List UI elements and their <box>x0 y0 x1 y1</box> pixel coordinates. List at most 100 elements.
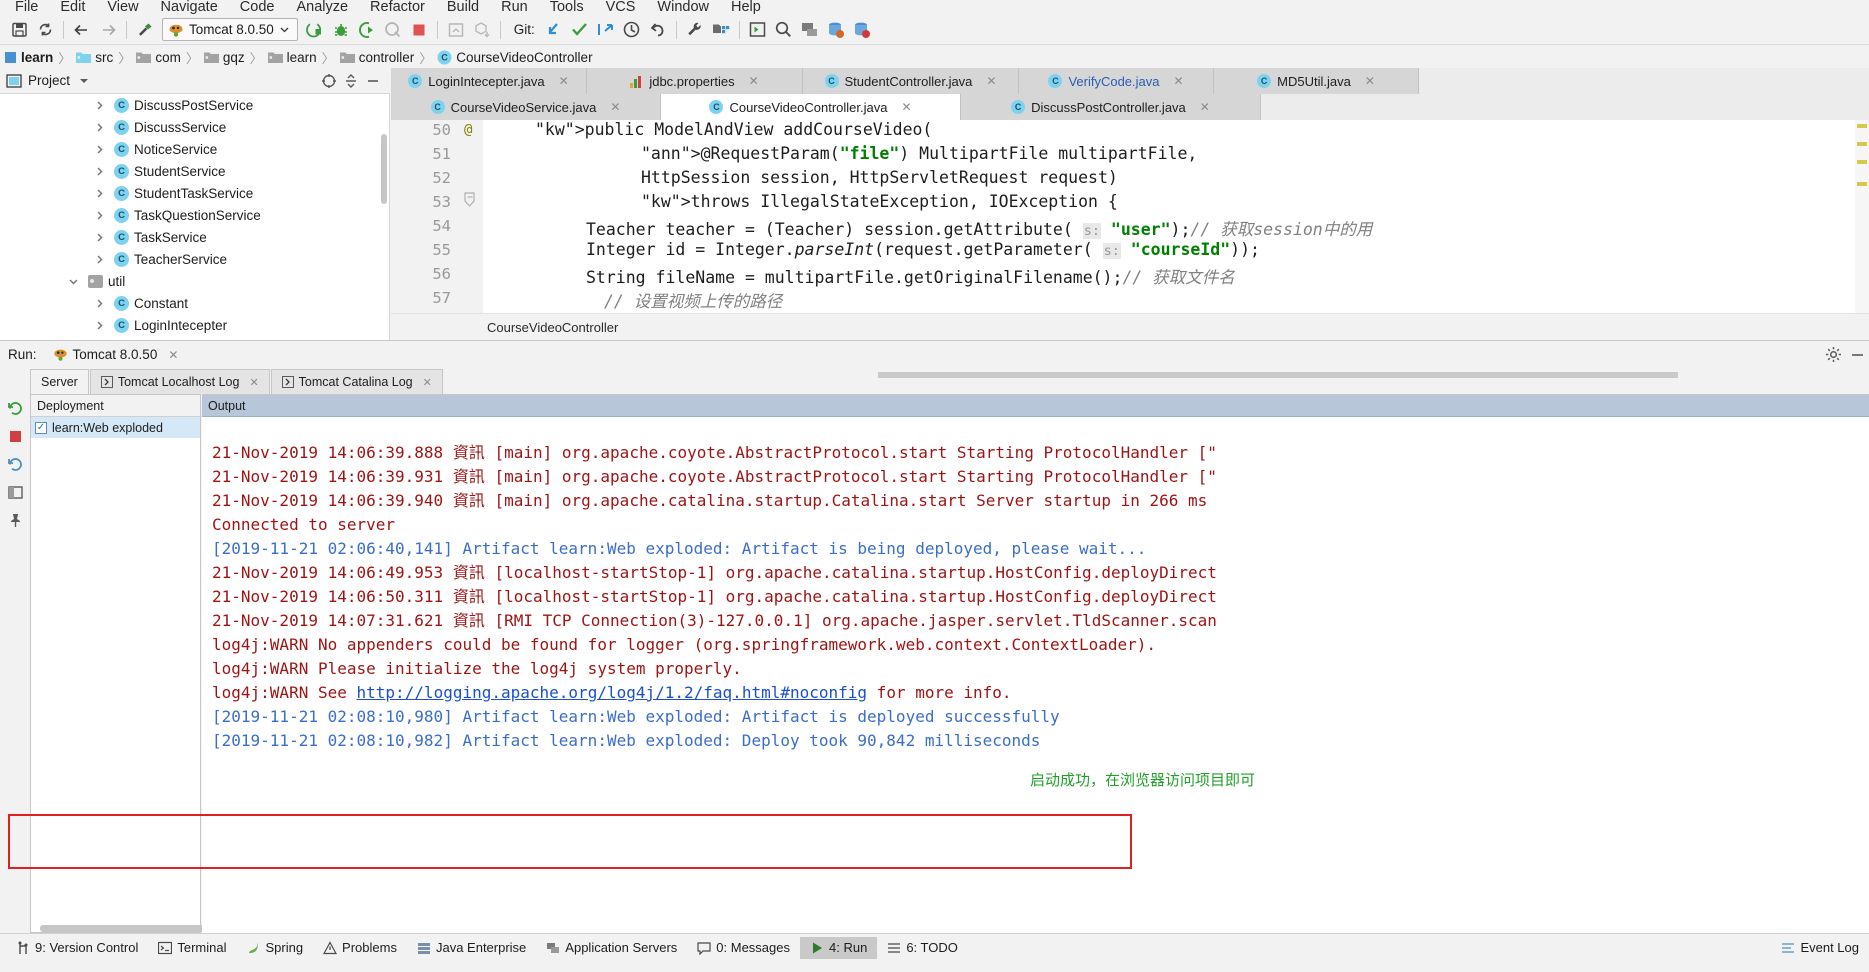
tree-node-noticeservice[interactable]: C NoticeService <box>0 138 389 160</box>
statusbar-item-application-servers[interactable]: Application Servers <box>536 937 687 959</box>
breadcrumb[interactable]: learn 〉 src 〉 com 〉 gqz 〉 learn 〉 controller 〉 C Cour… <box>0 46 1869 68</box>
close-icon[interactable]: ✕ <box>1200 100 1210 114</box>
statusbar-item-9-version-control[interactable]: 9: Version Control <box>6 937 148 959</box>
forward-arrow-icon[interactable] <box>95 18 121 42</box>
rerun-failed-icon[interactable] <box>0 450 30 478</box>
project-tree[interactable]: C DiscussPostService C DiscussService C Notic… <box>0 94 390 340</box>
stop-icon[interactable] <box>406 18 432 42</box>
run-config-tab[interactable]: Tomcat 8.0.50 ✕ <box>47 344 185 366</box>
editor-tab-discusspostcontroller-java[interactable]: C DiscussPostController.java ✕ <box>961 94 1261 120</box>
database-alt-icon[interactable] <box>849 18 875 42</box>
git-commit-check-icon[interactable] <box>567 18 593 42</box>
tree-node-taskquestionservice[interactable]: C TaskQuestionService <box>0 204 389 226</box>
stop-icon[interactable] <box>0 422 30 450</box>
close-icon[interactable]: ✕ <box>901 100 911 114</box>
update-app-icon[interactable] <box>443 18 469 42</box>
rerun-icon[interactable] <box>0 394 30 422</box>
chevron-right-icon[interactable] <box>92 120 106 134</box>
wrench-settings-icon[interactable] <box>682 18 708 42</box>
editor-tab-coursevideocontroller-java[interactable]: C CourseVideoController.java ✕ <box>661 94 961 120</box>
editor-tab-studentcontroller-java[interactable]: C StudentController.java ✕ <box>803 68 1019 94</box>
menu-item-build[interactable]: Build <box>436 0 490 15</box>
git-update-icon[interactable] <box>541 18 567 42</box>
editor-tab-jdbc-properties[interactable]: jdbc.properties ✕ <box>587 68 803 94</box>
code-fold-icon[interactable] <box>464 192 476 208</box>
run-subtab-tomcat-localhost-log[interactable]: Tomcat Localhost Log ✕ <box>89 369 270 394</box>
menu-item-analyze[interactable]: Analyze <box>285 0 359 15</box>
chevron-down-icon[interactable] <box>66 274 80 288</box>
warning-marker[interactable] <box>1857 142 1867 146</box>
close-icon[interactable]: ✕ <box>610 100 620 114</box>
statusbar-item-java-enterprise[interactable]: Java Enterprise <box>407 937 536 959</box>
console-link[interactable]: http://logging.apache.org/log4j/1.2/faq.… <box>357 683 868 702</box>
run-dashboard-icon[interactable] <box>745 18 771 42</box>
breadcrumb-item-gqz[interactable]: gqz <box>203 50 245 65</box>
git-push-icon[interactable] <box>593 18 619 42</box>
run-subtab-tomcat-catalina-log[interactable]: Tomcat Catalina Log ✕ <box>270 369 443 394</box>
close-icon[interactable]: ✕ <box>168 348 178 362</box>
warning-marker[interactable] <box>1857 124 1867 128</box>
chevron-right-icon[interactable] <box>92 208 106 222</box>
editor-marker-bar[interactable] <box>1855 120 1869 316</box>
gear-icon[interactable] <box>1821 344 1845 366</box>
project-structure-icon[interactable] <box>708 18 734 42</box>
menu-item-view[interactable]: View <box>96 0 149 15</box>
warning-marker[interactable] <box>1857 182 1867 186</box>
breadcrumb-item-src[interactable]: src <box>76 50 113 65</box>
menu-item-tools[interactable]: Tools <box>539 0 595 15</box>
clock-history-icon[interactable] <box>619 18 645 42</box>
breadcrumb-item-coursevideocontroller[interactable]: C CourseVideoController <box>437 50 593 65</box>
run-coverage-icon[interactable] <box>354 18 380 42</box>
tree-node-teacherservice[interactable]: C TeacherService <box>0 248 389 270</box>
statusbar-event-log[interactable]: Event Log <box>1771 937 1869 959</box>
tree-node-discussservice[interactable]: C DiscussService <box>0 116 389 138</box>
chevron-right-icon[interactable] <box>92 296 106 310</box>
run-configuration-selector[interactable]: Tomcat 8.0.50 <box>162 18 298 41</box>
run-subtab-server[interactable]: Server <box>30 369 89 394</box>
chevron-right-icon[interactable] <box>92 230 106 244</box>
tree-node-studenttaskservice[interactable]: C StudentTaskService <box>0 182 389 204</box>
statusbar-item-0-messages[interactable]: 0: Messages <box>687 937 800 959</box>
menu-item-run[interactable]: Run <box>490 0 539 15</box>
chevron-right-icon[interactable] <box>92 252 106 266</box>
locate-target-icon[interactable] <box>318 70 340 92</box>
chevron-right-icon[interactable] <box>92 98 106 112</box>
statusbar-item-spring[interactable]: Spring <box>236 937 313 959</box>
deployment-horizontal-scrollbar[interactable] <box>40 925 210 932</box>
breadcrumb-item-learn[interactable]: learn <box>267 50 317 65</box>
close-icon[interactable]: ✕ <box>1365 74 1375 88</box>
breadcrumb-item-com[interactable]: com <box>136 50 181 65</box>
hammer-icon[interactable] <box>132 18 158 42</box>
breadcrumb-item-learn[interactable]: learn <box>4 50 53 65</box>
menu-item-window[interactable]: Window <box>646 0 720 15</box>
pin-icon[interactable] <box>0 506 30 534</box>
tree-node-util[interactable]: util <box>0 270 389 292</box>
tree-node-loginintecepter[interactable]: C LoginIntecepter <box>0 314 389 336</box>
close-icon[interactable]: ✕ <box>749 74 759 88</box>
editor-tab-coursevideoservice-java[interactable]: C CourseVideoService.java ✕ <box>391 94 661 120</box>
package-down-icon[interactable] <box>469 18 495 42</box>
menu-item-code[interactable]: Code <box>229 0 286 15</box>
tree-node-constant[interactable]: C Constant <box>0 292 389 314</box>
minimize-icon[interactable] <box>1845 344 1869 366</box>
collapse-all-icon[interactable] <box>340 70 362 92</box>
run-icon[interactable] <box>302 18 328 42</box>
menu-item-help[interactable]: Help <box>720 0 772 15</box>
warning-marker[interactable] <box>1857 160 1867 164</box>
hide-icon[interactable] <box>362 70 384 92</box>
statusbar-item-6-todo[interactable]: 6: TODO <box>877 937 968 959</box>
profile-icon[interactable] <box>380 18 406 42</box>
chevron-down-icon[interactable] <box>78 75 90 87</box>
tree-node-discusspostservice[interactable]: C DiscussPostService <box>0 94 389 116</box>
layout-icon[interactable] <box>0 478 30 506</box>
menu-item-file[interactable]: File <box>4 0 49 15</box>
close-icon[interactable]: ✕ <box>986 74 996 88</box>
close-icon[interactable]: ✕ <box>1174 74 1184 88</box>
search-icon[interactable] <box>771 18 797 42</box>
editor-tab-loginintecepter-java[interactable]: C LoginIntecepter.java ✕ <box>391 68 587 94</box>
debug-bug-icon[interactable] <box>328 18 354 42</box>
save-icon[interactable] <box>6 18 32 42</box>
back-arrow-icon[interactable] <box>69 18 95 42</box>
chevron-right-icon[interactable] <box>92 164 106 178</box>
menu-item-refactor[interactable]: Refactor <box>359 0 436 15</box>
